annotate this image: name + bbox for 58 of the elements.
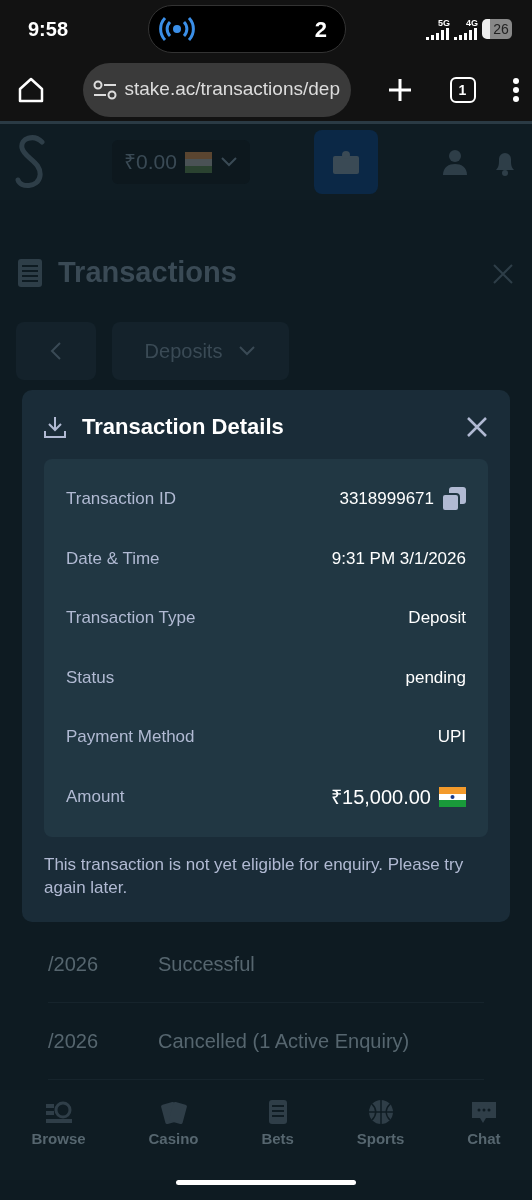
info-message: This transaction is not yet eligible for enquiry. Please try again later. [44, 853, 465, 900]
address-bar[interactable]: stake.ac/transactions/dep [82, 62, 351, 117]
flag-icon [184, 151, 212, 173]
detail-label: Transaction Type [66, 607, 196, 630]
nav-tab[interactable]: Bets [261, 1100, 294, 1181]
wallet-icon [332, 150, 359, 174]
download-icon [44, 414, 66, 439]
broadcast-icon [159, 14, 195, 44]
url-text: stake.ac/transactions/dep [124, 77, 340, 102]
modal-title: Transaction Details [82, 413, 284, 441]
chevron-down-icon [219, 156, 238, 168]
close-icon [466, 416, 488, 439]
casino-icon [160, 1100, 187, 1125]
detail-value: UPI [437, 726, 466, 749]
nav-tab[interactable]: Browse [31, 1100, 86, 1181]
chevron-down-icon [238, 345, 257, 357]
site-settings-icon [92, 79, 117, 100]
flag-icon [439, 786, 466, 807]
list-icon [18, 259, 42, 287]
detail-label: Date & Time [66, 547, 160, 570]
close-button[interactable] [466, 414, 488, 439]
detail-label: Status [66, 666, 115, 689]
nav-tab[interactable]: Sports [356, 1100, 405, 1181]
clock-time: 9:58 [28, 17, 69, 42]
network-label: 4G [466, 18, 478, 28]
signal-icon [454, 27, 478, 40]
nav-tab[interactable]: Casino [148, 1100, 199, 1181]
call-count: 2 [314, 15, 327, 44]
status-cell-text: Cancelled (1 Active Enquiry) [158, 1029, 410, 1055]
detail-label: Payment Method [66, 726, 195, 749]
copy-button[interactable] [442, 486, 466, 512]
detail-label: Transaction ID [66, 488, 176, 511]
battery-indicator: 26 [482, 19, 512, 39]
new-tab-button[interactable] [387, 76, 413, 103]
date-cell-text: /2026 [48, 952, 100, 978]
logo-icon [14, 134, 48, 190]
sports-icon [367, 1100, 394, 1125]
copy-icon [442, 487, 466, 512]
more-icon [512, 76, 520, 103]
signal-icon [426, 27, 450, 40]
date-cell-text: /2026 [48, 1029, 100, 1055]
tab-count-button[interactable]: 1 [449, 76, 476, 103]
menu-button[interactable] [512, 76, 520, 103]
plus-icon [387, 76, 413, 103]
detail-value: 3318999671 [339, 488, 434, 511]
detail-value: 9:31 PM 3/1/2026 [331, 547, 466, 570]
detail-label: Amount [66, 786, 125, 808]
chevron-left-icon [50, 341, 62, 361]
user-icon [441, 149, 468, 175]
browse-icon [45, 1100, 72, 1125]
chat-icon [470, 1100, 497, 1125]
nav-tab[interactable]: Chat [467, 1100, 501, 1181]
detail-value: ₹15,000.00 [331, 784, 431, 810]
network-label: 5G [438, 18, 450, 28]
detail-value: Deposit [408, 607, 466, 630]
status-cell-text: Successful [158, 952, 255, 978]
close-icon [492, 262, 514, 285]
detail-value: pending [405, 666, 466, 689]
